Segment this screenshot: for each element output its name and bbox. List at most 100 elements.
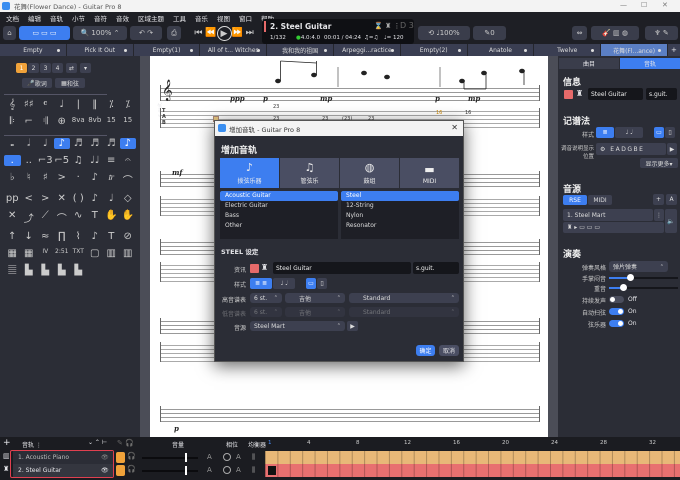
chord-icon[interactable]: ▥ xyxy=(120,248,137,259)
track-name-input[interactable]: Steel Guitar xyxy=(273,262,411,274)
x-note-icon[interactable]: ✕ xyxy=(54,193,71,204)
menu-view[interactable]: 视图 xyxy=(214,13,233,23)
fermata-icon[interactable]: 𝄐 xyxy=(120,155,137,166)
sound-options-icon[interactable]: ⋮ xyxy=(654,209,664,221)
score-tab[interactable]: Empty(1) xyxy=(134,44,201,56)
track-bars-piano[interactable] xyxy=(265,451,680,464)
roman-icon[interactable]: IV xyxy=(37,248,54,259)
voice-2[interactable]: 2 xyxy=(28,63,39,73)
automation-icon[interactable]: A xyxy=(207,466,212,474)
guitar-icon[interactable]: ♜ xyxy=(261,263,268,272)
view-instrument-buttons[interactable]: 🎸 ▥ ◍ xyxy=(591,26,639,40)
play-button[interactable]: ▶ xyxy=(216,25,232,41)
category-plucked[interactable]: ♪ 拨弦乐器 xyxy=(220,158,279,188)
slide-icon[interactable]: ⟋ xyxy=(37,210,54,225)
volume-slider[interactable] xyxy=(142,466,198,475)
ghost-note-icon[interactable]: ( ) xyxy=(70,193,87,204)
track-row-guitar[interactable]: 2. Steel Guitar 👁 xyxy=(13,464,113,477)
add-sound-button[interactable]: + xyxy=(653,194,664,205)
double-barline-icon[interactable]: ‖ xyxy=(87,99,104,110)
flat-icon[interactable]: ♭ xyxy=(4,172,21,187)
voice-toggle-icon[interactable]: ⇄ xyxy=(66,63,77,73)
automation-icon[interactable]: A xyxy=(236,453,241,461)
palm-mute-icon[interactable]: ♩ xyxy=(103,193,120,204)
tab-track[interactable]: 音轨 xyxy=(620,58,680,69)
staccato-icon[interactable]: · xyxy=(70,172,87,187)
score-tab[interactable]: Twelve xyxy=(534,44,602,56)
pan-knob[interactable] xyxy=(223,466,231,474)
nashville-icon[interactable]: 2:51 xyxy=(54,248,71,259)
volta-icon[interactable]: ⌐ xyxy=(21,116,38,127)
ottava-bassa-icon[interactable]: 8vb xyxy=(87,116,104,127)
menu-section[interactable]: 区域主题 xyxy=(135,13,167,23)
volume-slider[interactable] xyxy=(142,453,198,462)
menu-window[interactable]: 窗口 xyxy=(236,13,255,23)
repeat-close-icon[interactable]: 𝄇 xyxy=(37,116,54,127)
tuplet-icon[interactable]: ⌐3 xyxy=(37,155,54,166)
show-more-button[interactable]: 显示更多▾ xyxy=(640,158,678,168)
voice-3[interactable]: 3 xyxy=(40,63,51,73)
cancel-button[interactable]: 取消 xyxy=(439,345,459,356)
mixer-icon[interactable]: 𝄚 xyxy=(4,265,21,276)
harmonic-icon[interactable]: ◇ xyxy=(120,193,137,204)
frame-icon[interactable]: ▢ xyxy=(87,248,104,259)
bass-instrument-select[interactable]: 吉他 xyxy=(285,307,345,317)
bass-tuning-select[interactable]: Standard xyxy=(349,307,459,317)
minimize-button[interactable]: — xyxy=(620,1,627,9)
score-tab[interactable]: Pick It Out xyxy=(67,44,134,56)
track-color-swatch[interactable] xyxy=(564,90,573,99)
close-button[interactable]: ✕ xyxy=(662,1,668,9)
collapse-icon[interactable]: ▾ xyxy=(80,63,91,73)
visibility-icon[interactable]: 👁 xyxy=(101,454,109,461)
fade-icon[interactable]: ⌇ xyxy=(70,231,87,242)
solo-icon[interactable]: 🎧 xyxy=(127,465,136,473)
category-orchestral[interactable]: ♫ 管弦乐 xyxy=(280,158,339,188)
family-item[interactable]: Other xyxy=(220,221,338,231)
pick-control[interactable]: ✎ 0 xyxy=(473,26,506,40)
key-signature-icon[interactable]: ♯♯ xyxy=(21,99,38,110)
grid-icon[interactable]: ▦ xyxy=(21,248,38,259)
automation-icon[interactable]: ▙ xyxy=(54,265,71,276)
mixer-buttons[interactable]: ♆ ✎ xyxy=(645,26,678,40)
sound-select[interactable]: 1. Steel Mart xyxy=(563,209,653,221)
single-staff-toggle[interactable]: ▭ xyxy=(306,278,316,289)
print-button[interactable]: ⎙ xyxy=(167,26,181,40)
zoom-control[interactable]: 🔍 100% ⌃ xyxy=(73,26,127,40)
sync-button[interactable]: ⇔ xyxy=(572,26,587,40)
score-tab[interactable]: Empty xyxy=(0,44,67,56)
sound-chain[interactable]: ♜ ▸ ▭ ▭ ▭ xyxy=(563,222,664,233)
speaker-icon[interactable]: 🔈 xyxy=(665,209,677,233)
multi-staff-toggle[interactable]: ▯ xyxy=(665,127,675,138)
treble-tuning-select[interactable]: Standard xyxy=(349,293,459,303)
arrow-up-icon[interactable]: ↑ xyxy=(4,231,21,242)
tuning-button[interactable]: ⚙ EADGBE xyxy=(596,143,666,155)
solo-icon[interactable]: 🎧 xyxy=(127,452,136,460)
add-tab-button[interactable]: + xyxy=(668,44,680,56)
bend-icon[interactable]: ⤴ xyxy=(21,210,38,225)
palm-mute-slider[interactable] xyxy=(609,274,678,281)
tie-icon[interactable]: ♩♩ xyxy=(87,155,104,166)
standard-notation-toggle[interactable]: ≣ ≣ xyxy=(250,278,272,289)
accent-slider[interactable] xyxy=(609,284,678,291)
transport-controls[interactable]: ⏮ ⏪ ▶ ⏩ ⏭ xyxy=(192,25,256,41)
menu-file[interactable]: 文档 xyxy=(3,13,22,23)
instrument-item[interactable]: 12-String xyxy=(341,201,459,211)
single-staff-toggle[interactable]: ▭ xyxy=(654,127,664,138)
tab-score[interactable]: 曲目 xyxy=(559,58,619,69)
voice-4[interactable]: 4 xyxy=(52,63,63,73)
fifteenmb-icon[interactable]: 15 xyxy=(120,116,137,127)
sixteenth-note-icon[interactable]: ♬ xyxy=(70,138,87,149)
treble-instrument-select[interactable]: 吉他 xyxy=(285,293,345,303)
whole-note-icon[interactable]: 𝅝 xyxy=(4,138,21,149)
auto-strum-toggle[interactable] xyxy=(609,308,624,315)
tab-notation-toggle[interactable]: ♩ 𝅘𝅥 xyxy=(615,127,643,138)
midi-toggle[interactable]: MIDI xyxy=(588,195,612,205)
time-signature-icon[interactable]: 𝄴 xyxy=(37,99,54,110)
menu-effects[interactable]: 音效 xyxy=(113,13,132,23)
crescendo-icon[interactable]: < xyxy=(21,193,38,204)
dialog-close-button[interactable]: ✕ xyxy=(451,123,458,132)
instrument-item[interactable]: Resonator xyxy=(341,221,459,231)
family-item[interactable]: Bass xyxy=(220,211,338,221)
menu-track[interactable]: 音轨 xyxy=(47,13,66,23)
treble-strings-select[interactable]: 6 st. xyxy=(250,293,282,303)
